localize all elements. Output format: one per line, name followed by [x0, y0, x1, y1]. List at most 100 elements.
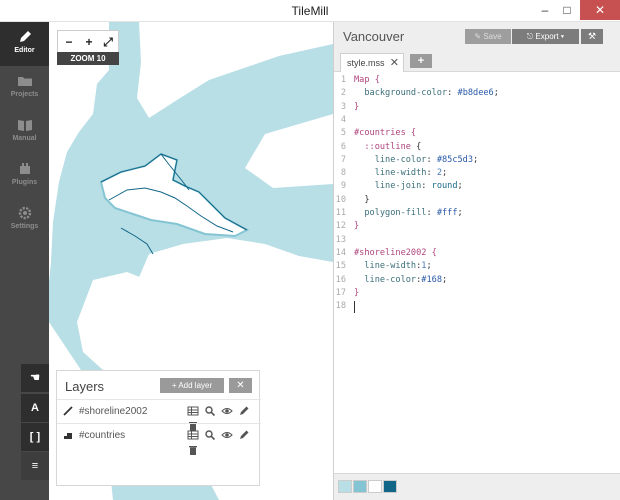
- color-swatch[interactable]: [383, 480, 397, 493]
- search-icon[interactable]: [204, 405, 216, 417]
- text-tool-button[interactable]: A: [21, 394, 49, 422]
- layers-icon: ≡: [31, 460, 39, 472]
- maximize-button[interactable]: □: [556, 0, 578, 20]
- code-line: 6 ::outline {: [334, 141, 620, 154]
- polygon-icon: [64, 433, 72, 439]
- templates-tool-button[interactable]: [ ]: [21, 423, 49, 451]
- code-line: 12}: [334, 220, 620, 233]
- eye-icon[interactable]: [221, 405, 233, 417]
- line-number: 18: [335, 301, 346, 312]
- code-line: 9 line-join: round;: [334, 180, 620, 193]
- code-line: 10 }: [334, 194, 620, 207]
- sidebar-item-label: Manual: [12, 135, 37, 142]
- sidebar-item-editor[interactable]: Editor: [0, 22, 49, 66]
- layers-tool-button[interactable]: ≡: [21, 452, 49, 480]
- sidebar-item-manual[interactable]: Manual: [0, 110, 49, 154]
- font-icon: A: [31, 402, 39, 414]
- code-text: #shoreline2002 {: [354, 247, 437, 258]
- save-label: Save: [483, 32, 502, 41]
- eye-icon[interactable]: [221, 429, 233, 441]
- layers-title: Layers: [65, 379, 105, 394]
- sidebar: Editor Projects Manual Plugins Settings …: [0, 22, 49, 500]
- close-button[interactable]: ✕: [580, 0, 620, 20]
- line-number: 17: [335, 287, 346, 298]
- color-swatch[interactable]: [338, 480, 352, 493]
- tab-style-mss[interactable]: style.mss ✕: [340, 53, 404, 72]
- gear-icon: [18, 206, 31, 220]
- code-text: polygon-fill: #fff;: [364, 208, 463, 218]
- code-line: 4: [334, 114, 620, 127]
- code-text: }: [354, 101, 360, 112]
- layer-name: #countries: [79, 430, 126, 441]
- code-line: 2 background-color: #b8dee6;: [334, 87, 620, 100]
- code-text: }: [354, 287, 360, 298]
- add-stylesheet-button[interactable]: +: [410, 54, 432, 68]
- table-icon[interactable]: [187, 429, 199, 441]
- minimize-button[interactable]: –: [534, 0, 556, 20]
- sidebar-item-label: Projects: [10, 91, 39, 98]
- code-text: background-color: #b8dee6;: [364, 88, 499, 99]
- line-number: 1: [340, 75, 346, 85]
- code-text: Map {: [354, 75, 380, 85]
- layer-name: #shoreline2002: [79, 406, 148, 417]
- line-number: 11: [335, 208, 346, 218]
- code-text: line-join: round;: [374, 181, 463, 192]
- export-button[interactable]: ⎋ Export ▾: [512, 29, 579, 44]
- table-icon[interactable]: [187, 405, 199, 417]
- book-icon: [17, 120, 32, 131]
- search-icon[interactable]: [204, 429, 216, 441]
- code-text: ::outline {: [364, 141, 422, 152]
- line-number: 10: [335, 194, 346, 205]
- code-text: }: [354, 194, 370, 205]
- layers-panel: Layers + Add layer ✕ #shoreline2002 #cou…: [56, 370, 261, 486]
- sidebar-item-label: Editor: [14, 47, 35, 54]
- tab-close-icon[interactable]: ✕: [390, 54, 399, 72]
- sidebar-item-plugins[interactable]: Plugins: [0, 154, 49, 198]
- code-text: line-color:#168;: [364, 274, 448, 285]
- pencil-icon: [19, 31, 31, 42]
- code-line: 11 polygon-fill: #fff;: [334, 207, 620, 220]
- line-number: 3: [340, 101, 346, 112]
- edit-icon[interactable]: [238, 429, 250, 441]
- layer-row[interactable]: #shoreline2002: [57, 399, 261, 431]
- plugin-icon: [19, 163, 30, 174]
- pan-tool-button[interactable]: ☚: [21, 364, 49, 392]
- close-layers-button[interactable]: ✕: [229, 378, 252, 393]
- fullscreen-button[interactable]: ⤢: [99, 33, 117, 51]
- code-line: 8 line-width: 2;: [334, 167, 620, 180]
- add-layer-button[interactable]: + Add layer: [160, 378, 224, 393]
- trash-icon[interactable]: [187, 444, 199, 456]
- tab-bar: style.mss ✕ +: [334, 50, 620, 72]
- export-label: Export: [535, 32, 559, 41]
- code-line: 18: [334, 300, 620, 313]
- tab-label: style.mss: [347, 58, 385, 68]
- line-number: 7: [340, 154, 346, 165]
- color-swatch[interactable]: [368, 480, 382, 493]
- layer-row[interactable]: #countries: [57, 423, 261, 455]
- zoom-out-button[interactable]: −: [60, 33, 78, 51]
- save-button[interactable]: ✎ Save: [465, 29, 511, 44]
- code-line: 13: [334, 234, 620, 247]
- line-number: 16: [335, 274, 346, 285]
- layer-actions: [187, 405, 261, 431]
- sidebar-item-projects[interactable]: Projects: [0, 66, 49, 110]
- line-number: 4: [340, 114, 346, 125]
- add-layer-label: Add layer: [178, 381, 213, 390]
- line-number: 8: [340, 168, 346, 179]
- project-settings-button[interactable]: ⚒: [581, 29, 603, 44]
- zoom-in-button[interactable]: +: [80, 33, 98, 51]
- code-line: 15 line-width:1;: [334, 260, 620, 273]
- editor-panel: Vancouver ✎ Save ⎋ Export ▾ ⚒ style.mss …: [333, 22, 620, 500]
- editor-header: Vancouver ✎ Save ⎋ Export ▾ ⚒: [334, 22, 620, 50]
- code-line: 7 line-color: #85c5d3;: [334, 154, 620, 167]
- edit-icon[interactable]: [238, 405, 250, 417]
- wrench-icon: ⚒: [587, 31, 597, 41]
- window-title: TileMill: [291, 4, 329, 18]
- sidebar-item-settings[interactable]: Settings: [0, 198, 49, 242]
- code-text: line-color: #85c5d3;: [374, 154, 479, 165]
- color-swatch[interactable]: [353, 480, 367, 493]
- braces-icon: [ ]: [29, 431, 41, 443]
- pencil-icon: ✎: [474, 32, 484, 41]
- zoom-level-label: ZOOM 10: [57, 52, 119, 65]
- code-editor[interactable]: 1 Map {2 background-color: #b8dee6; 3} 4 5 #c…: [334, 74, 620, 494]
